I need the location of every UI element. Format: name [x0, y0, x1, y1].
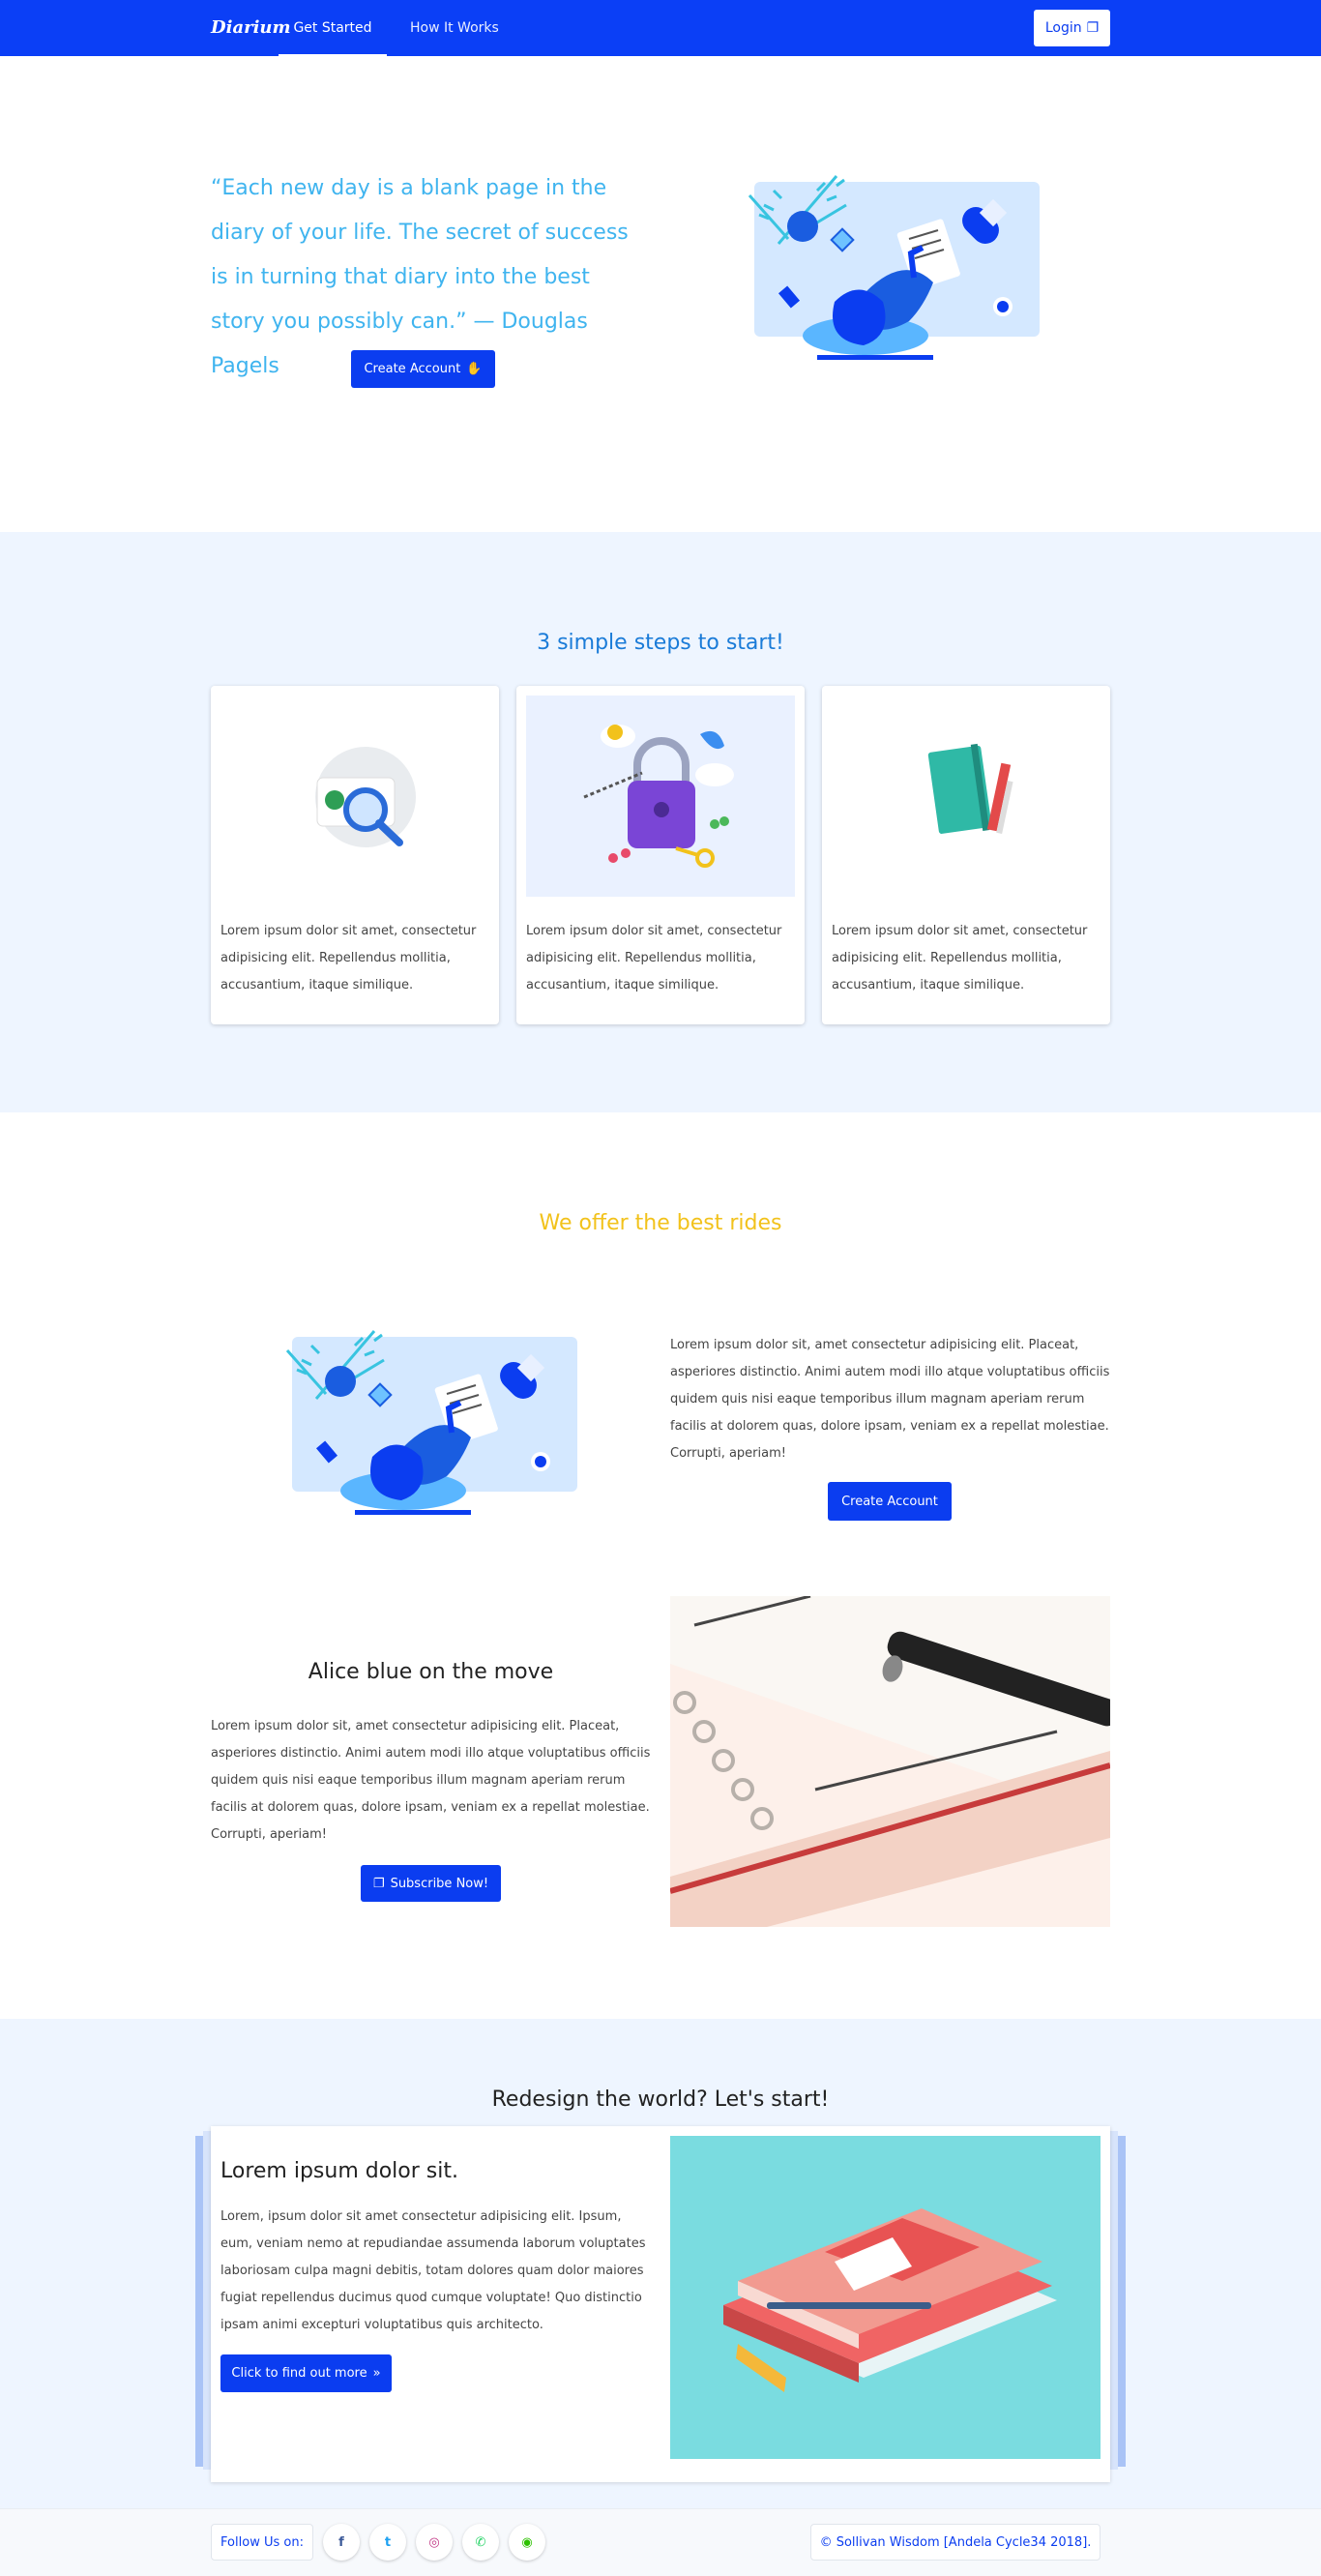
hand-icon: ✋	[466, 362, 483, 376]
wechat-icon[interactable]: ◉	[509, 2524, 545, 2561]
create-account-label: Create Account	[364, 362, 461, 376]
navbar: Diarium Get Started How It Works Login ❐	[0, 0, 1321, 56]
redesign-card-text: Lorem, ipsum dolor sit amet consectetur …	[220, 2209, 646, 2332]
create-account-button[interactable]: Create Account ✋	[351, 350, 495, 388]
nav-get-started[interactable]: Get Started	[279, 0, 387, 56]
wechat-glyph: ◉	[521, 2534, 533, 2550]
subscribe-label: Subscribe Now!	[390, 1876, 489, 1891]
step-card: Lorem ipsum dolor sit amet, consectetur …	[211, 686, 499, 1024]
follow-us-label: Follow Us on:	[211, 2524, 313, 2561]
footer	[0, 2508, 1321, 2576]
hero-illustration	[748, 175, 1040, 360]
alice-title: Alice blue on the move	[308, 1660, 554, 1684]
login-button[interactable]: Login ❐	[1034, 10, 1110, 46]
login-label: Login	[1044, 20, 1082, 36]
offer-create-account-button[interactable]: Create Account	[828, 1482, 952, 1521]
spiral-notebook-illustration	[670, 1596, 1110, 1927]
twitter-glyph: t	[384, 2534, 392, 2550]
step-card-text: Lorem ipsum dolor sit amet, consectetur …	[526, 924, 782, 992]
notebook-illustration	[927, 743, 1013, 835]
find-out-more-button[interactable]: Click to find out more »	[220, 2354, 392, 2392]
books-illustration	[670, 2136, 1101, 2459]
instagram-glyph: ◎	[428, 2534, 440, 2550]
facebook-glyph: f	[338, 2534, 344, 2550]
step-card-text: Lorem ipsum dolor sit amet, consectetur …	[220, 924, 477, 992]
profile-search-illustration	[315, 747, 416, 847]
instagram-icon[interactable]: ◎	[416, 2524, 453, 2561]
offer-illustration	[285, 1330, 577, 1515]
double-chevron-right-icon: »	[372, 2366, 381, 2381]
redesign-card-title: Lorem ipsum dolor sit.	[220, 2159, 458, 2183]
whatsapp-glyph: ✆	[475, 2534, 486, 2550]
offer-text: Lorem ipsum dolor sit, amet consectetur …	[670, 1338, 1110, 1461]
steps-title: 3 simple steps to start!	[537, 631, 784, 655]
whatsapp-icon[interactable]: ✆	[462, 2524, 499, 2561]
step-card-text: Lorem ipsum dolor sit amet, consectetur …	[832, 924, 1088, 992]
alice-text: Lorem ipsum dolor sit, amet consectetur …	[211, 1719, 651, 1842]
subscribe-button[interactable]: ❐ Subscribe Now!	[361, 1865, 501, 1902]
copyright: © Sollivan Wisdom [Andela Cycle34 2018].	[810, 2524, 1101, 2561]
login-icon: ❐	[1086, 20, 1100, 36]
twitter-icon[interactable]: t	[369, 2524, 406, 2561]
step-card: Lorem ipsum dolor sit amet, consectetur …	[516, 686, 805, 1024]
facebook-icon[interactable]: f	[323, 2524, 360, 2561]
step-card: Lorem ipsum dolor sit amet, consectetur …	[822, 686, 1110, 1024]
find-out-more-label: Click to find out more	[231, 2366, 367, 2381]
nav-how-it-works[interactable]: How It Works	[410, 0, 499, 56]
redesign-title: Redesign the world? Let's start!	[491, 2087, 830, 2112]
padlock-illustration	[526, 696, 795, 897]
subscribe-icon: ❐	[372, 1876, 385, 1891]
offer-title: We offer the best rides	[539, 1211, 782, 1235]
